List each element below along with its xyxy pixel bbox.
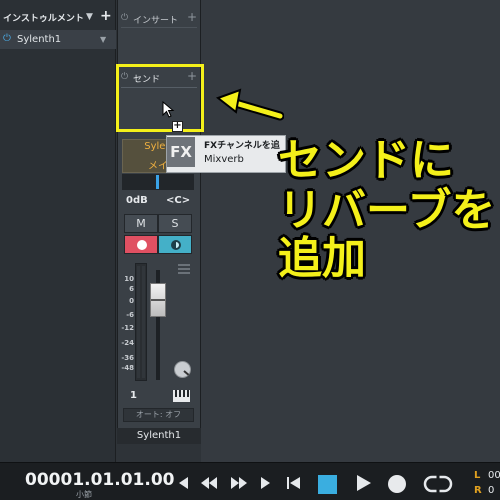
insert-label: インサート: [133, 16, 179, 26]
loop-icon[interactable]: [422, 474, 454, 494]
solo-button[interactable]: S: [158, 214, 192, 233]
time-display[interactable]: 00001.01.01.00: [25, 470, 175, 490]
level-meter-left: [137, 266, 140, 378]
instrument-panel-title: インストゥルメント: [3, 14, 84, 24]
mouse-cursor-icon: [162, 101, 175, 118]
meter-scale-label: -6: [126, 311, 134, 319]
play-icon[interactable]: [352, 473, 374, 493]
annotation-arrow-icon: [215, 88, 284, 121]
fast-forward-icon[interactable]: [228, 473, 250, 493]
insert-section-header[interactable]: ⏻ インサート +: [121, 10, 197, 28]
power-icon[interactable]: ⏻: [3, 33, 11, 44]
chevron-down-icon[interactable]: ▼: [86, 12, 93, 22]
meter-scale-label: -12: [121, 324, 134, 332]
popup-item-mixverb[interactable]: Mixverb: [204, 154, 244, 165]
meter-scale-label: 0: [129, 297, 134, 305]
instrument-panel-header: インストゥルメント ▼ +: [0, 8, 116, 26]
previous-marker-icon[interactable]: [174, 473, 196, 493]
meter-scale-label: 6: [129, 285, 134, 293]
automation-mode-button[interactable]: オート: オフ: [123, 408, 194, 422]
add-insert-button[interactable]: +: [187, 10, 197, 24]
power-icon[interactable]: ⏻: [121, 13, 128, 23]
volume-readout: 0dB: [126, 195, 148, 206]
chevron-down-icon[interactable]: ▼: [100, 35, 106, 44]
level-meter-right: [142, 266, 145, 378]
instrument-item[interactable]: ⏻ Sylenth1 ▼: [0, 30, 116, 49]
next-marker-icon[interactable]: [255, 473, 277, 493]
rewind-icon[interactable]: [198, 473, 220, 493]
channel-number: 1: [130, 390, 137, 401]
left-locator-value[interactable]: 00: [488, 470, 500, 481]
mute-button[interactable]: M: [124, 214, 158, 233]
right-locator-value[interactable]: 0: [488, 485, 494, 496]
record-arm-button[interactable]: [124, 235, 158, 254]
fx-icon: FX: [167, 137, 195, 167]
record-icon: [137, 240, 147, 250]
pan-knob[interactable]: [174, 361, 191, 378]
meter-scale-label: -36: [121, 354, 134, 362]
piano-icon[interactable]: [173, 390, 190, 402]
pan-readout: <C>: [166, 195, 191, 206]
grip-icon[interactable]: [178, 264, 190, 274]
send-highlight-box: [116, 64, 204, 132]
meter-scale-label: 10: [124, 275, 134, 283]
stop-button[interactable]: [318, 475, 337, 494]
drag-copy-icon: +: [172, 120, 183, 132]
return-to-zero-icon[interactable]: [283, 473, 305, 493]
meter-scale-label: -24: [121, 339, 134, 347]
instrument-name: Sylenth1: [17, 34, 62, 45]
instrument-panel: [0, 0, 116, 462]
channel-name[interactable]: Sylenth1: [117, 428, 201, 444]
pan-indicator: [156, 175, 159, 189]
meter-scale-label: -48: [121, 364, 134, 372]
right-label: R: [474, 485, 482, 496]
monitor-icon: [171, 240, 181, 250]
monitor-button[interactable]: [158, 235, 192, 254]
volume-fader[interactable]: [150, 283, 166, 317]
annotation-line-3: 追加: [278, 233, 366, 284]
popup-title[interactable]: FXチャンネルを追: [204, 138, 280, 151]
add-instrument-button[interactable]: +: [100, 8, 112, 24]
time-unit: 小節: [76, 490, 92, 499]
left-label: L: [474, 470, 481, 481]
record-button[interactable]: [388, 475, 406, 493]
